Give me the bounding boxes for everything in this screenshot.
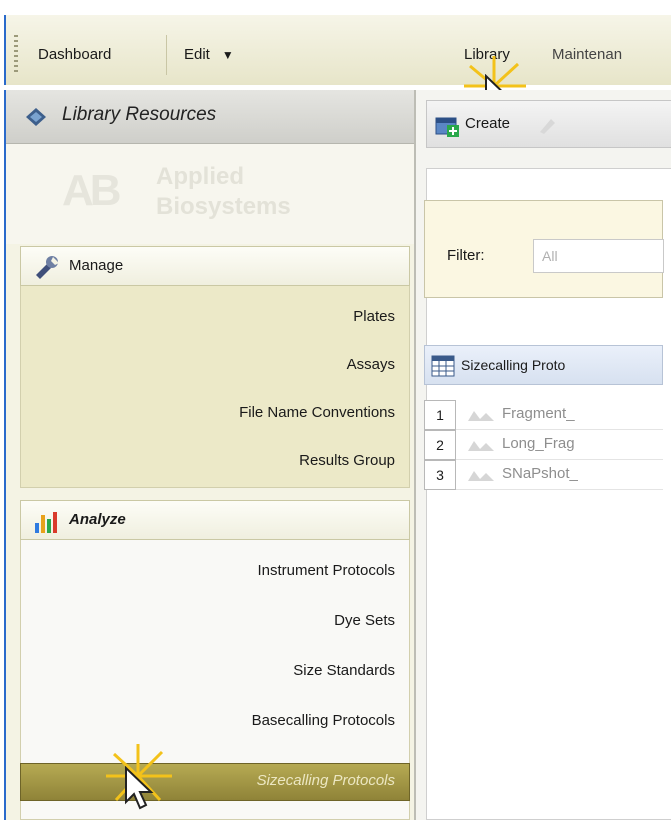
row-cell: SNaPshot_	[456, 460, 663, 490]
library-sidebar: Library Resources AB Applied Biosystems …	[4, 90, 416, 820]
logo-text: Applied Biosystems	[156, 162, 291, 222]
row-cell: Long_Frag	[456, 430, 663, 460]
filter-panel: Filter: All	[424, 200, 664, 298]
table-row[interactable]: 3 SNaPshot_	[424, 460, 663, 490]
menu-maintenance-label: Maintenan	[552, 46, 623, 63]
toolbar-grip[interactable]	[14, 35, 18, 75]
row-number: 1	[424, 400, 456, 430]
menu-edit[interactable]: Edit ▼	[178, 37, 240, 73]
filter-value: All	[542, 248, 558, 264]
content-toolbar: Create	[426, 100, 671, 148]
dropdown-arrow-icon: ▼	[221, 48, 234, 62]
grid-header-label[interactable]: Sizecalling Proto	[461, 357, 565, 373]
create-icon	[435, 117, 459, 137]
protocol-icon	[468, 471, 494, 481]
sidebar-header: Library Resources	[6, 90, 416, 144]
nav-results-group[interactable]: Results Group	[299, 446, 395, 476]
protocol-icon	[468, 411, 494, 421]
manage-items: Plates Assays File Name Conventions Resu…	[20, 286, 410, 488]
content-panel: Create Filter: All Sizecalling Proto 1 F…	[414, 90, 671, 820]
nav-file-name-conventions[interactable]: File Name Conventions	[239, 398, 395, 428]
nav-sizecalling-protocols-label: Sizecalling Protocols	[256, 772, 395, 789]
menu-maintenance[interactable]: Maintenan	[546, 37, 628, 73]
nav-basecalling-protocols[interactable]: Basecalling Protocols	[252, 706, 395, 736]
library-resources-icon	[26, 108, 46, 126]
menu-bar: Dashboard Edit ▼ Library Maintenan	[0, 0, 671, 118]
table-icon	[431, 355, 455, 377]
row-protocol-name: Long_Frag	[502, 435, 575, 452]
menu-divider	[166, 35, 167, 75]
nav-sizecalling-protocols[interactable]: Sizecalling Protocols	[20, 763, 410, 801]
menu-dashboard[interactable]: Dashboard	[32, 37, 117, 73]
nav-dye-sets[interactable]: Dye Sets	[334, 606, 395, 636]
table-row[interactable]: 1 Fragment_	[424, 400, 663, 430]
logo-area: AB Applied Biosystems	[6, 144, 416, 244]
menu-bar-strip: Dashboard Edit ▼ Library Maintenan	[4, 15, 671, 85]
sidebar-title: Library Resources	[62, 104, 217, 125]
nav-size-standards[interactable]: Size Standards	[293, 656, 395, 686]
protocol-icon	[468, 441, 494, 451]
manage-section-header[interactable]: Manage	[20, 246, 410, 286]
row-number: 2	[424, 430, 456, 460]
nav-assays[interactable]: Assays	[347, 350, 395, 380]
nav-plates[interactable]: Plates	[353, 302, 395, 332]
analyze-label: Analyze	[69, 511, 126, 528]
mouse-cursor-icon	[125, 766, 154, 810]
row-cell: Fragment_	[456, 400, 663, 430]
nav-instrument-protocols[interactable]: Instrument Protocols	[257, 556, 395, 586]
manage-label: Manage	[69, 257, 124, 274]
row-number: 3	[424, 460, 456, 490]
filter-select[interactable]: All	[533, 239, 664, 273]
menu-dashboard-label: Dashboard	[38, 46, 112, 63]
filter-label: Filter:	[447, 247, 485, 264]
grid-header: Sizecalling Proto	[424, 345, 663, 385]
analyze-section-header[interactable]: Analyze	[20, 500, 410, 540]
applied-biosystems-logo: AB	[62, 166, 122, 215]
row-protocol-name: Fragment_	[502, 405, 575, 422]
logo-line-1: Applied	[156, 163, 244, 190]
bar-chart-icon	[35, 512, 57, 533]
edit-icon-disabled	[540, 119, 555, 134]
logo-line-2: Biosystems	[156, 193, 291, 220]
wrench-icon	[36, 256, 59, 279]
table-row[interactable]: 2 Long_Frag	[424, 430, 663, 460]
menu-edit-label: Edit	[184, 46, 210, 63]
row-protocol-name: SNaPshot_	[502, 465, 578, 482]
create-label: Create	[465, 115, 511, 132]
